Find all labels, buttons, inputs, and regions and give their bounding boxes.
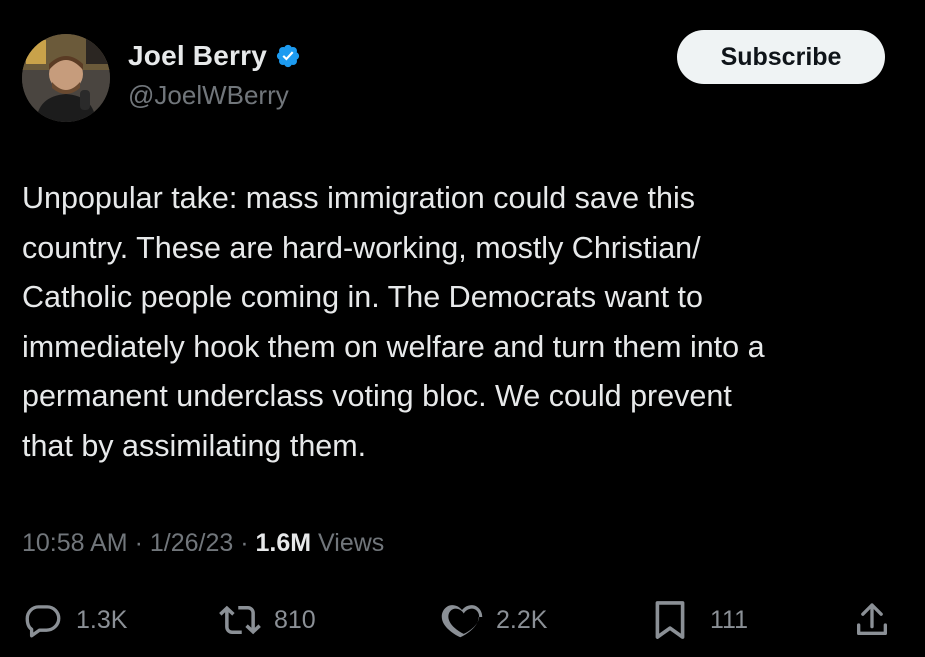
like-button[interactable]: 2.2K (440, 596, 547, 644)
meta-separator: · (233, 529, 256, 557)
tweet-line: permanent underclass voting bloc. We cou… (22, 379, 732, 413)
tweet-line: Unpopular take: mass immigration could s… (22, 181, 695, 215)
share-icon (857, 603, 887, 635)
bookmark-button[interactable]: 111 (652, 596, 748, 644)
author-name-row[interactable]: Joel Berry (128, 40, 301, 72)
tweet-line: that by assimilating them. (22, 428, 367, 463)
like-count: 2.2K (496, 605, 548, 634)
views-label: Views (311, 529, 385, 557)
reply-button[interactable]: 1.3K (22, 596, 127, 644)
bookmark-count: 111 (710, 605, 749, 634)
avatar[interactable] (22, 34, 110, 122)
repost-icon (219, 605, 261, 635)
reply-count: 1.3K (76, 605, 128, 634)
tweet-time[interactable]: 10:58 AM (22, 529, 128, 557)
tweet-date[interactable]: 1/26/23 (150, 529, 233, 557)
tweet-line: immediately hook them on welfare and tur… (22, 329, 765, 364)
meta-separator: · (127, 529, 150, 557)
tweet-meta: 10:58 AM · 1/26/23 · 1.6M Views (22, 529, 384, 558)
share-button[interactable] (852, 596, 892, 644)
subscribe-button[interactable]: Subscribe (677, 30, 885, 84)
reply-icon (25, 605, 61, 638)
verified-badge-icon (276, 44, 300, 68)
tweet-line: Catholic people coming in. The Democrats… (22, 280, 703, 314)
repost-button[interactable]: 810 (218, 596, 316, 644)
views-count: 1.6M (255, 529, 312, 557)
author-display-name[interactable]: Joel Berry (128, 40, 267, 72)
tweet-text: Unpopular take: mass immigration could s… (22, 174, 912, 471)
author-handle[interactable]: @JoelWBerry (128, 80, 289, 111)
tweet-line: country. These are hard-working, mostly … (22, 230, 701, 265)
heart-icon (441, 605, 483, 638)
bookmark-icon (655, 601, 685, 639)
avatar-photo (22, 34, 110, 122)
repost-count: 810 (274, 605, 316, 634)
